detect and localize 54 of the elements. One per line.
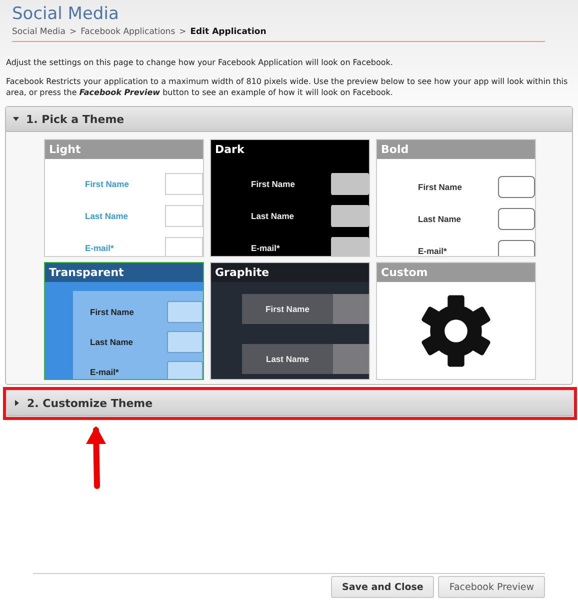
theme-name: Light [49,143,81,156]
intro-paragraph: Adjust the settings on this page to change how your Facebook Application will look on Facebook. [6,58,394,69]
preview-button[interactable]: Facebook Preview [438,576,545,598]
field-label: First Name [418,182,463,192]
section-header[interactable]: 1. Pick a Theme [6,107,572,132]
intro-paragraph: Facebook Restricts your application to a maximum width of 810 pixels wide. Use the preview below to see how your app will look within this area, or press the Facebook Preview button to see an example of how it will look on Facebook. [6,76,569,98]
input-preview [498,176,535,198]
section-title: 2. Customize Theme [27,396,153,410]
input-preview [165,205,203,228]
input-preview [331,205,369,228]
field-label: First Name [90,307,135,318]
theme-card[interactable]: Transparent First Name Last Name E-mail* [44,262,204,380]
input-preview [333,294,369,324]
field-label: E-mail* [90,367,120,378]
input-preview [165,173,203,196]
caret-icon [14,400,20,406]
field-label: First Name [251,179,296,190]
input-preview [165,237,203,256]
field-label: First Name [264,304,310,314]
input-preview [333,344,369,374]
theme-name: Graphite [215,266,270,280]
field-label: First Name [85,179,130,190]
field-label: E-mail* [251,243,281,254]
theme-card[interactable]: Graphite First Name Last Name [210,262,370,380]
theme-name: Custom [381,266,428,280]
field-label: Last Name [265,354,310,364]
input-preview [167,361,203,380]
input-preview [167,301,203,324]
breadcrumb-separator: > [179,27,186,37]
section-header[interactable]: 2. Customize Theme [7,391,573,416]
breadcrumb-current: Edit Application [190,27,266,37]
field-label: Last Name [85,211,129,222]
field-label: Last Name [251,211,295,222]
theme-name: Bold [381,143,409,156]
theme-card[interactable]: Bold First Name Last Name E-mail* [376,139,536,258]
breadcrumb-link[interactable]: Facebook Applications [80,27,176,37]
breadcrumb-separator: > [69,27,77,37]
field-label: Last Name [418,214,462,224]
input-preview [331,173,369,196]
page-title: Social Media [12,4,120,24]
theme-name: Dark [215,143,244,156]
input-preview [167,331,203,354]
input-preview [331,237,369,256]
save-button[interactable]: Save and Close [331,576,434,598]
input-preview [498,208,535,230]
section-title: 1. Pick a Theme [26,112,124,126]
theme-name: Transparent [49,266,124,280]
input-preview [498,240,535,256]
field-label: Last Name [90,337,134,348]
caret-icon [13,116,19,122]
theme-card[interactable]: Dark First Name Last Name E-mail* [210,139,370,258]
field-label: E-mail* [85,243,115,254]
breadcrumb-link[interactable]: Social Media [12,27,66,37]
field-label: E-mail* [418,246,448,256]
